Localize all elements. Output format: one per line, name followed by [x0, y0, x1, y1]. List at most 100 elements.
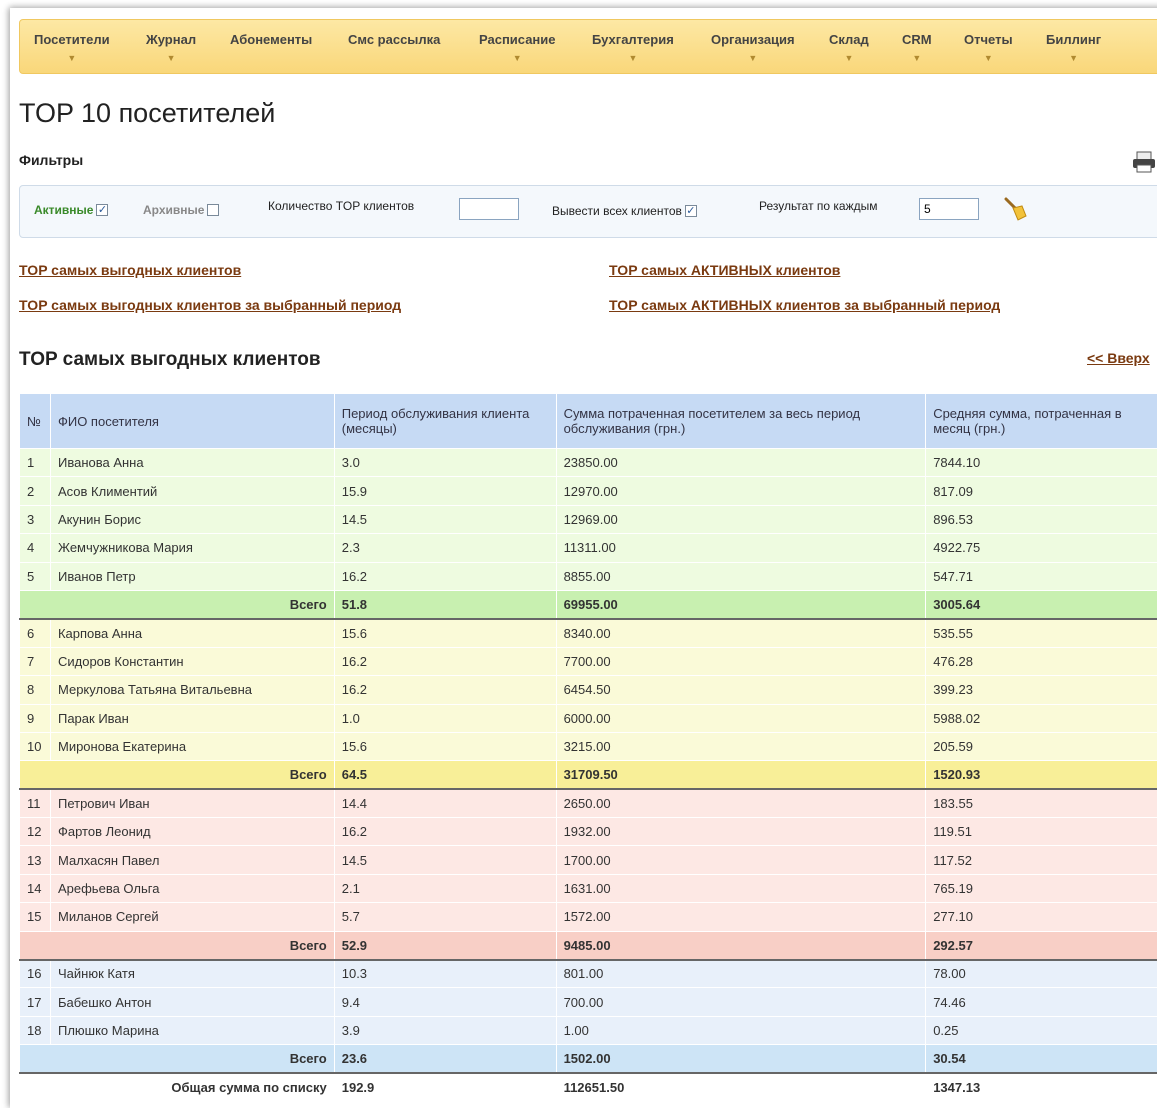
total-sum: 31709.50: [556, 761, 926, 789]
service-period: 15.9: [334, 477, 556, 505]
visitor-name: Акунин Борис: [50, 505, 334, 533]
service-period: 16.2: [334, 676, 556, 704]
service-period: 15.6: [334, 732, 556, 760]
row-number: 8: [20, 676, 51, 704]
service-period: 16.2: [334, 647, 556, 675]
page-title: TOP 10 посетителей: [19, 98, 275, 129]
col-period: Период обслуживания клиента (месяцы): [334, 394, 556, 449]
service-period: 14.5: [334, 505, 556, 533]
table-row: 12Фартов Леонид16.21932.00119.51: [20, 818, 1157, 846]
menu-billing[interactable]: Биллинг▼: [1046, 32, 1101, 63]
grand-sum: 112651.50: [556, 1073, 926, 1101]
visitor-name: Плюшко Марина: [50, 1016, 334, 1044]
monthly-average: 78.00: [926, 960, 1157, 988]
total-sum: 700.00: [556, 988, 926, 1016]
table-row: 7Сидоров Константин16.27700.00476.28: [20, 647, 1157, 675]
total-sum: 1700.00: [556, 846, 926, 874]
service-period: 2.1: [334, 874, 556, 902]
menu-visitors[interactable]: Посетители▼: [34, 32, 110, 63]
row-number: 14: [20, 874, 51, 902]
menu-subscriptions[interactable]: Абонементы: [230, 32, 312, 53]
total-sum: 69955.00: [556, 590, 926, 618]
total-sum: 1932.00: [556, 818, 926, 846]
total-sum: 12970.00: [556, 477, 926, 505]
monthly-average: 205.59: [926, 732, 1157, 760]
menu-schedule[interactable]: Расписание▼: [479, 32, 556, 63]
total-period: 52.9: [334, 931, 556, 959]
row-number: 7: [20, 647, 51, 675]
monthly-average: 119.51: [926, 818, 1157, 846]
all-clients-checkbox[interactable]: ✓: [685, 205, 697, 217]
monthly-average: 5988.02: [926, 704, 1157, 732]
top-count-label: Количество TOP клиентов: [268, 199, 414, 213]
visitor-name: Миронова Екатерина: [50, 732, 334, 760]
filter-archive[interactable]: Архивные: [143, 203, 219, 217]
visitor-name: Миланов Сергей: [50, 903, 334, 931]
row-number: 17: [20, 988, 51, 1016]
link-top-active-period[interactable]: TOP самых АКТИВНЫХ клиентов за выбранный…: [609, 297, 1000, 313]
visitor-name: Бабешко Антон: [50, 988, 334, 1016]
result-input[interactable]: [919, 198, 979, 220]
total-sum: 23850.00: [556, 449, 926, 477]
monthly-average: 183.55: [926, 789, 1157, 817]
menu-crm[interactable]: CRM▼: [902, 32, 932, 63]
result-label: Результат по каждым: [759, 199, 878, 213]
table-row: 10Миронова Екатерина15.63215.00205.59: [20, 732, 1157, 760]
monthly-average: 74.46: [926, 988, 1157, 1016]
link-top-profitable-period[interactable]: TOP самых выгодных клиентов за выбранный…: [19, 297, 401, 313]
row-number: 11: [20, 789, 51, 817]
link-top-profitable[interactable]: TOP самых выгодных клиентов: [19, 262, 241, 278]
service-period: 9.4: [334, 988, 556, 1016]
service-period: 14.5: [334, 846, 556, 874]
total-sum: 1631.00: [556, 874, 926, 902]
total-sum: 11311.00: [556, 534, 926, 562]
active-checkbox[interactable]: ✓: [96, 204, 108, 216]
table-row: 8Меркулова Татьяна Витальевна16.26454.50…: [20, 676, 1157, 704]
menu-organization[interactable]: Организация▼: [711, 32, 795, 63]
visitor-name: Иванова Анна: [50, 449, 334, 477]
back-to-top-link[interactable]: << Вверх: [1087, 350, 1150, 366]
filters-label: Фильтры: [19, 152, 83, 168]
total-average: 292.57: [926, 931, 1157, 959]
table-row: 14Арефьева Ольга2.11631.00765.19: [20, 874, 1157, 902]
visitor-name: Петрович Иван: [50, 789, 334, 817]
menu-accounting[interactable]: Бухгалтерия▼: [592, 32, 674, 63]
grand-period: 192.9: [334, 1073, 556, 1101]
total-sum: 12969.00: [556, 505, 926, 533]
menu-sms[interactable]: Смс рассылка: [348, 32, 440, 53]
service-period: 1.0: [334, 704, 556, 732]
menu-warehouse[interactable]: Склад▼: [829, 32, 869, 63]
link-top-active[interactable]: TOP самых АКТИВНЫХ клиентов: [609, 262, 840, 278]
visitor-name: Меркулова Татьяна Витальевна: [50, 676, 334, 704]
group-total-row: Всего64.531709.501520.93: [20, 761, 1157, 789]
monthly-average: 117.52: [926, 846, 1157, 874]
group-total-row: Всего23.61502.0030.54: [20, 1045, 1157, 1073]
col-name: ФИО посетителя: [50, 394, 334, 449]
service-period: 3.0: [334, 449, 556, 477]
service-period: 5.7: [334, 903, 556, 931]
group-total-row: Всего51.869955.003005.64: [20, 590, 1157, 618]
service-period: 14.4: [334, 789, 556, 817]
row-number: 15: [20, 903, 51, 931]
filter-active[interactable]: Активные ✓: [34, 203, 108, 217]
top-count-input[interactable]: [459, 198, 519, 220]
menu-journal[interactable]: Журнал▼: [146, 32, 196, 63]
visitor-name: Малхасян Павел: [50, 846, 334, 874]
total-average: 3005.64: [926, 590, 1157, 618]
total-average: 1520.93: [926, 761, 1157, 789]
visitor-name: Карпова Анна: [50, 619, 334, 647]
chevron-down-icon: ▼: [34, 53, 110, 63]
row-number: 5: [20, 562, 51, 590]
archive-label: Архивные: [143, 203, 204, 217]
printer-icon[interactable]: [1131, 150, 1157, 174]
broom-icon[interactable]: [1002, 196, 1028, 222]
filter-all-clients[interactable]: Вывести всех клиентов ✓: [552, 204, 697, 218]
archive-checkbox[interactable]: [207, 204, 219, 216]
visitor-name: Арефьева Ольга: [50, 874, 334, 902]
menu-reports[interactable]: Отчеты▼: [964, 32, 1013, 63]
service-period: 15.6: [334, 619, 556, 647]
clients-table: № ФИО посетителя Период обслуживания кли…: [19, 393, 1157, 1102]
row-number: 12: [20, 818, 51, 846]
total-period: 51.8: [334, 590, 556, 618]
table-row: 15Миланов Сергей5.71572.00277.10: [20, 903, 1157, 931]
